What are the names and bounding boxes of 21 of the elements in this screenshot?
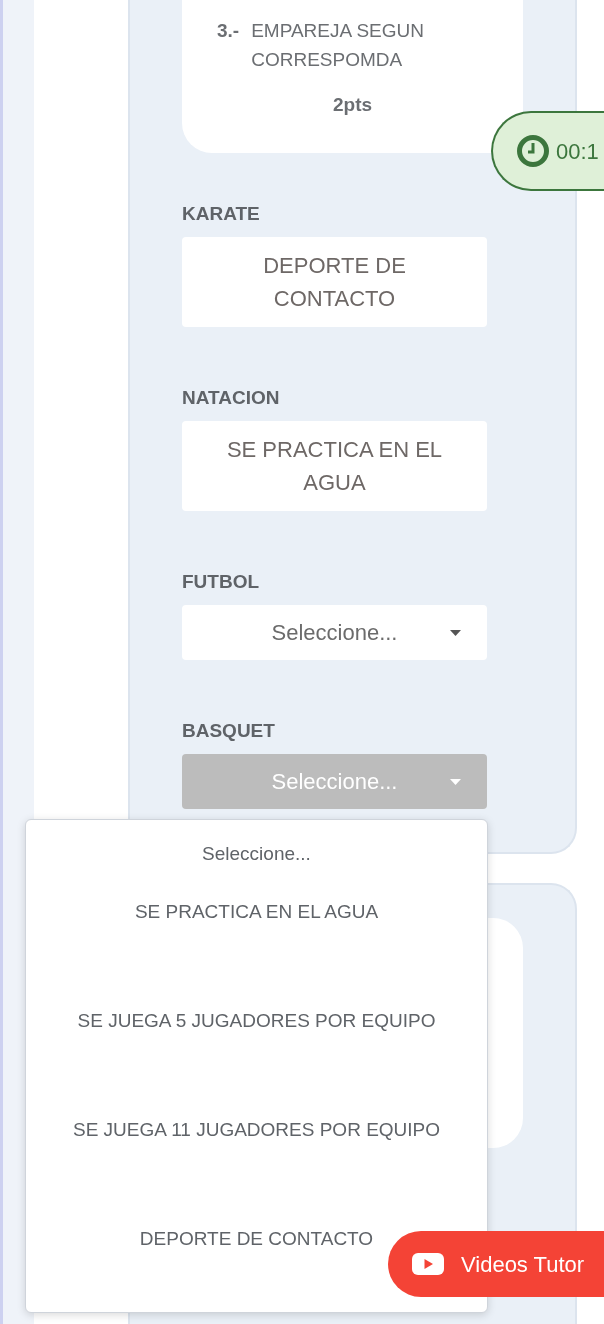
points-text: 2pts [332, 93, 373, 117]
dropdown-option[interactable]: SE PRACTICA EN EL AGUA [134, 900, 379, 924]
play-icon [412, 1253, 444, 1275]
match-label: KARATE [182, 203, 260, 225]
clock-icon [517, 135, 549, 167]
caret-icon [450, 629, 461, 636]
video-tutorial-button[interactable]: Videos Tutor [388, 1231, 604, 1297]
caret-icon [450, 778, 461, 785]
match-label: NATACION [182, 387, 280, 409]
match-label: BASQUET [182, 720, 275, 742]
dropdown-option[interactable]: SE JUEGA 11 JUGADORES POR EQUIPO [72, 1118, 441, 1142]
answer-box[interactable]: DEPORTE DE CONTACTO [182, 237, 487, 327]
answer-box[interactable]: SE PRACTICA EN EL AGUA [182, 421, 487, 511]
match-label: FUTBOL [182, 571, 260, 593]
dropdown-option[interactable]: Seleccione... [202, 842, 311, 866]
dropdown-option[interactable]: DEPORTE DE CONTACTO [139, 1227, 374, 1251]
question-text: EMPAREJA SEGUN CORRESPOMDA [251, 19, 425, 72]
dropdown-option[interactable]: SE JUEGA 5 JUGADORES POR EQUIPO [77, 1009, 436, 1033]
question-number: 3.- [217, 19, 240, 43]
timer-text: 00:1 [556, 137, 599, 166]
select-field[interactable]: Seleccione... [182, 605, 487, 660]
